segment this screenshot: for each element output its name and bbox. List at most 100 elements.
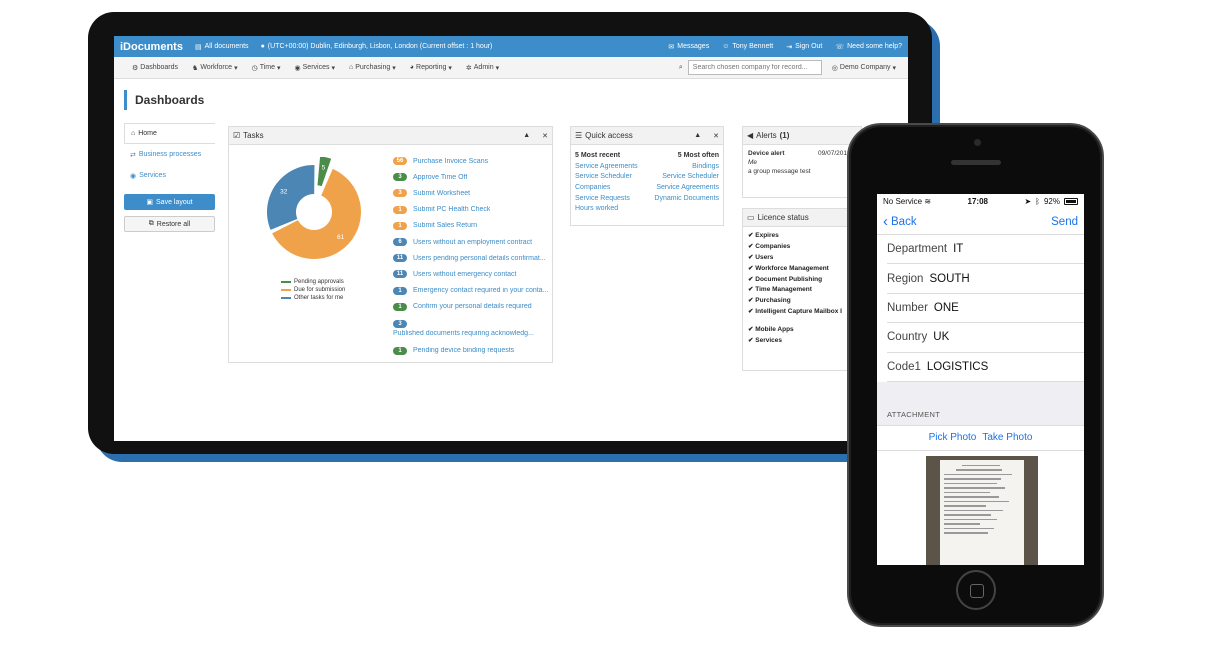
restore-icon: ⧉ — [148, 220, 154, 227]
sidebar-item-services[interactable]: ◉ Services — [124, 165, 215, 186]
take-photo-button[interactable]: Take Photo — [982, 432, 1032, 443]
task-link[interactable]: Users pending personal details confirmat… — [413, 255, 546, 262]
task-item[interactable]: 56 Purchase Invoice Scans — [393, 153, 553, 169]
task-item[interactable]: 3 Submit Worksheet — [393, 185, 553, 201]
tasks-title: Tasks — [243, 131, 264, 140]
user-name: Tony Bennett — [732, 43, 774, 50]
tasks-donut-chart: 5 61 32 — [267, 157, 361, 259]
chevron-left-icon: ‹ — [883, 213, 888, 230]
recent-link[interactable]: Service Agreements — [575, 162, 638, 173]
recent-link[interactable]: Service Scheduler — [575, 172, 638, 183]
task-link[interactable]: Users without an employment contract — [413, 239, 532, 246]
task-item[interactable]: 3 Approve Time Off — [393, 169, 553, 185]
alert-item[interactable]: Device alert 09/07/2019 1 — [743, 145, 861, 157]
task-item[interactable]: 11 Users without emergency contact — [393, 266, 553, 282]
often-link[interactable]: Service Agreements — [654, 183, 719, 194]
help-link[interactable]: ☏ Need some help? — [835, 43, 902, 51]
home-button[interactable] — [956, 570, 996, 610]
task-item[interactable]: 11 Users pending personal details confirm… — [393, 250, 553, 266]
sign-out-link[interactable]: ⇥ Sign Out — [786, 43, 822, 51]
legend-label: Due for submission — [294, 287, 346, 293]
search-input[interactable] — [687, 60, 822, 75]
task-item[interactable]: 1 Emergency contact required in your cont… — [393, 283, 553, 299]
licence-item-label: Workforce Management — [755, 264, 829, 272]
search-icon[interactable]: ⌕ — [679, 64, 683, 72]
user-icon: ☺ — [722, 43, 730, 50]
licence-item-label: Document Publishing — [755, 275, 823, 283]
field-value[interactable]: IT — [953, 243, 963, 255]
recent-link[interactable]: Companies — [575, 183, 638, 194]
task-link[interactable]: Submit Worksheet — [413, 190, 470, 197]
task-link[interactable]: Submit Sales Return — [413, 222, 477, 229]
pick-photo-button[interactable]: Pick Photo — [929, 432, 977, 443]
often-link[interactable]: Bindings — [654, 162, 719, 173]
clock-icon: ◷ — [251, 64, 258, 72]
task-item[interactable]: 1 Confirm your personal details required — [393, 299, 553, 315]
send-button[interactable]: Send — [1051, 216, 1078, 228]
task-link[interactable]: Pending device binding requests — [413, 347, 514, 354]
task-count-badge: 6 — [393, 238, 407, 247]
chevron-down-icon: ▾ — [392, 64, 396, 72]
chevron-down-icon: ▾ — [277, 64, 281, 72]
task-item[interactable]: 1 Pending device binding requests — [393, 343, 553, 359]
phone-screen: No Service ≋ 17:08 ➤ ᛒ 92% ‹ Back Send D… — [877, 194, 1084, 565]
licence-item-label: Expires — [755, 232, 779, 239]
task-link[interactable]: Emergency contact required in your conta… — [413, 287, 548, 294]
field-label: Department — [887, 243, 948, 256]
task-link[interactable]: Confirm your personal details required — [413, 303, 532, 310]
task-item[interactable]: 1 Submit Sales Return — [393, 218, 553, 234]
field-value[interactable]: LOGISTICS — [927, 361, 988, 373]
task-item[interactable]: 3 Published documents requiring acknowled… — [393, 315, 553, 343]
timezone-info: ● (UTC+00:00) Dublin, Edinburgh, Lisbon,… — [261, 43, 493, 50]
nav-workforce[interactable]: ♞ Workforce ▾ — [192, 64, 238, 72]
receipt-photo[interactable] — [926, 456, 1038, 565]
task-link[interactable]: Approve Time Off — [413, 174, 467, 181]
collapse-icon[interactable]: ▲ — [694, 132, 701, 140]
form-field[interactable]: Code1 LOGISTICS — [887, 353, 1084, 382]
user-menu[interactable]: ☺ Tony Bennett — [722, 43, 773, 51]
form-field[interactable]: Region SOUTH — [887, 264, 1084, 294]
sidebar-item-business-processes[interactable]: ⇄ Business processes — [124, 144, 215, 165]
home-icon: ⌂ — [131, 130, 136, 137]
task-link[interactable]: Purchase Invoice Scans — [413, 158, 488, 165]
task-link[interactable]: Users without emergency contact — [413, 271, 517, 278]
close-icon[interactable]: ✕ — [542, 132, 548, 140]
cog-icon: ✲ — [465, 64, 472, 72]
task-item[interactable]: 6 Users without an employment contract — [393, 234, 553, 250]
back-button[interactable]: ‹ Back — [883, 213, 917, 230]
nav-reporting[interactable]: ◕ Reporting ▾ — [410, 64, 452, 72]
nav-time[interactable]: ◷ Time ▾ — [252, 64, 281, 72]
save-layout-button[interactable]: ▣ Save layout — [124, 194, 215, 210]
close-icon[interactable]: ✕ — [713, 132, 719, 140]
field-value[interactable]: ONE — [934, 302, 959, 314]
task-count-badge: 1 — [393, 346, 407, 355]
company-icon: ◎ — [831, 64, 838, 72]
often-link[interactable]: Service Scheduler — [654, 172, 719, 183]
form-field[interactable]: Country UK — [887, 323, 1084, 353]
often-link[interactable]: Dynamic Documents — [654, 194, 719, 205]
recent-link[interactable]: Hours worked — [575, 204, 638, 215]
collapse-icon[interactable]: ▲ — [523, 132, 530, 140]
all-documents-link[interactable]: ▤ All documents — [195, 43, 249, 51]
donut-slice[interactable] — [267, 165, 315, 230]
recent-link[interactable]: Service Requests — [575, 194, 638, 205]
field-value[interactable]: SOUTH — [929, 273, 969, 285]
messages-link[interactable]: ✉ Messages — [668, 43, 709, 51]
nav-services[interactable]: ◉ Services ▾ — [295, 64, 335, 72]
sidebar-item-home[interactable]: ⌂ Home — [124, 123, 215, 144]
quick-access-title: Quick access — [585, 131, 633, 140]
form-field[interactable]: Department IT — [887, 235, 1084, 265]
task-link[interactable]: Submit PC Health Check — [413, 206, 490, 213]
restore-all-button[interactable]: ⧉ Restore all — [124, 216, 215, 232]
task-item[interactable]: 1 Submit PC Health Check — [393, 202, 553, 218]
nav-dashboards[interactable]: ⚙ Dashboards — [132, 64, 178, 72]
donut-slice-label: 32 — [280, 189, 288, 196]
company-selector[interactable]: ◎ Demo Company ▾ — [832, 64, 896, 72]
nav-admin[interactable]: ✲ Admin ▾ — [466, 64, 499, 72]
field-value[interactable]: UK — [933, 331, 949, 343]
task-link[interactable]: Published documents requiring acknowledg… — [393, 330, 534, 337]
nav-purchasing[interactable]: ⌂ Purchasing ▾ — [349, 64, 396, 72]
form-field[interactable]: Number ONE — [887, 294, 1084, 324]
app-logo[interactable]: iDocuments — [120, 41, 183, 53]
